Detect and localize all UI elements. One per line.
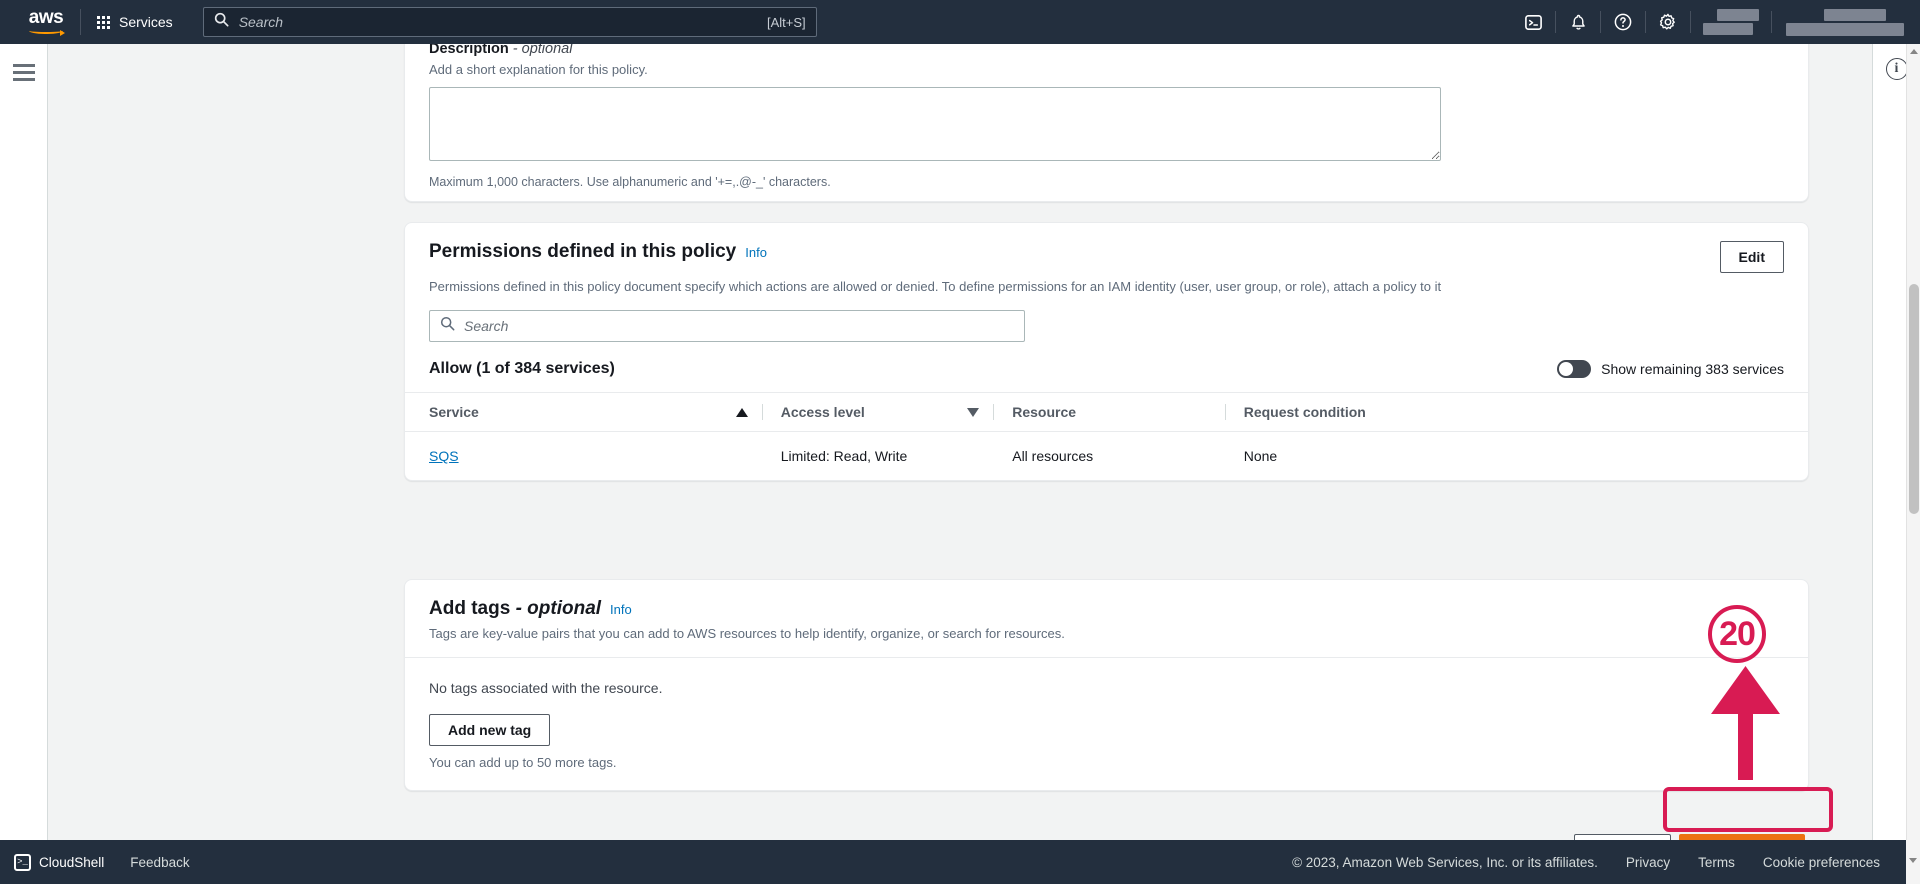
privacy-link[interactable]: Privacy [1626,855,1670,870]
region-selector[interactable] [1703,7,1759,37]
cell-service: SQS [405,432,763,481]
aws-smile-icon [29,27,65,36]
scroll-up-arrow-icon[interactable] [1910,49,1918,54]
terms-link[interactable]: Terms [1698,855,1735,870]
nav-separator [1690,11,1691,33]
permissions-title: Permissions defined in this policy Info [429,241,767,262]
nav-right-group [1511,0,1920,44]
column-header-access-level[interactable]: Access level [762,392,995,432]
service-link-sqs[interactable]: SQS [429,448,459,464]
nav-separator [1771,11,1772,33]
scrollbar-thumb[interactable] [1909,284,1919,514]
table-header-row: Service Access level Resource Request co… [405,392,1808,432]
column-header-request-condition[interactable]: Request condition [1225,392,1808,432]
search-icon [214,12,229,32]
top-navigation-bar: aws Services [Alt+S] [0,0,1920,44]
cell-access-level: Limited: Read, Write [780,448,908,464]
scroll-down-arrow-icon[interactable] [1909,858,1917,863]
cloudshell-icon: >_ [14,853,31,871]
add-tags-card: Add tags - optional Info Tags are key-va… [404,579,1809,791]
toggle-label: Show remaining 383 services [1601,361,1784,377]
toggle-switch[interactable] [1557,360,1592,378]
sidebar-toggle-hamburger-icon[interactable] [12,56,35,81]
show-remaining-services-toggle[interactable]: Show remaining 383 services [1557,360,1784,378]
allow-header-row: Allow (1 of 384 services) Show remaining… [429,360,1784,378]
cloudshell-label: CloudShell [39,854,105,870]
column-header-resource[interactable]: Resource [994,392,1226,432]
copyright-text: © 2023, Amazon Web Services, Inc. or its… [1292,854,1598,870]
main-content-scroll-region: Description - optional Add a short expla… [48,44,1902,840]
settings-gear-icon[interactable] [1646,0,1690,44]
no-tags-message: No tags associated with the resource. [429,680,663,696]
tags-description: Tags are key-value pairs that you can ad… [429,626,1065,641]
permissions-search-box[interactable] [429,310,1025,342]
search-icon [440,316,455,336]
allow-services-heading: Allow (1 of 384 services) [429,360,615,377]
page-body: i Description - optional Add a short exp… [0,44,1920,884]
cell-resource: All resources [1012,448,1094,464]
table-row: SQS Limited: Read, Write All resources N… [405,432,1808,481]
description-optional-tag: - optional [512,44,573,57]
tags-title: Add tags - optional Info [429,598,632,619]
left-side-panel [0,44,48,840]
add-new-tag-button[interactable]: Add new tag [429,714,551,746]
permissions-table-body: SQS Limited: Read, Write All resources N… [405,432,1808,481]
aws-logo[interactable]: aws [16,7,76,36]
permissions-description: Permissions defined in this policy docum… [429,279,1442,294]
sort-descending-icon [967,407,980,417]
nav-divider [80,9,81,35]
cell-request-condition: None [1243,448,1278,464]
global-search-input[interactable] [238,14,768,30]
description-textarea[interactable] [429,87,1441,161]
help-question-icon[interactable] [1601,0,1645,44]
account-menu[interactable] [1786,7,1906,37]
search-shortcut-hint: [Alt+S] [767,14,806,30]
permissions-card: Permissions defined in this policy Info … [404,222,1809,481]
tags-info-link[interactable]: Info [610,602,632,617]
column-header-service[interactable]: Service [405,392,763,432]
feedback-link[interactable]: Feedback [130,855,189,870]
cloudshell-icon[interactable] [1511,0,1555,44]
permissions-table: Service Access level Resource Request co… [405,392,1808,480]
permissions-search-input[interactable] [464,318,1014,334]
permissions-table-head: Service Access level Resource Request co… [405,392,1808,432]
aws-wordmark: aws [28,7,64,28]
cloudshell-footer-button[interactable]: >_ CloudShell [14,853,105,871]
cookie-preferences-link[interactable]: Cookie preferences [1763,855,1880,870]
global-search-box[interactable]: [Alt+S] [202,7,817,37]
description-hint: Add a short explanation for this policy. [429,62,648,77]
tags-limit-note: You can add up to 50 more tags. [429,755,617,770]
scrollbar-bottom-track[interactable] [1906,840,1920,884]
services-label: Services [119,14,173,30]
edit-permissions-button[interactable]: Edit [1719,241,1784,273]
description-label: Description - optional [429,44,1784,57]
sort-ascending-icon [735,407,748,417]
notifications-bell-icon[interactable] [1556,0,1600,44]
permissions-info-link[interactable]: Info [745,245,767,260]
page-scrollbar[interactable] [1906,44,1920,840]
services-menu-button[interactable]: Services [85,0,185,44]
description-card: Description - optional Add a short expla… [404,44,1809,202]
description-char-note: Maximum 1,000 characters. Use alphanumer… [429,175,831,189]
page-footer: >_ CloudShell Feedback © 2023, Amazon We… [0,840,1920,884]
grid-menu-icon [97,15,110,29]
